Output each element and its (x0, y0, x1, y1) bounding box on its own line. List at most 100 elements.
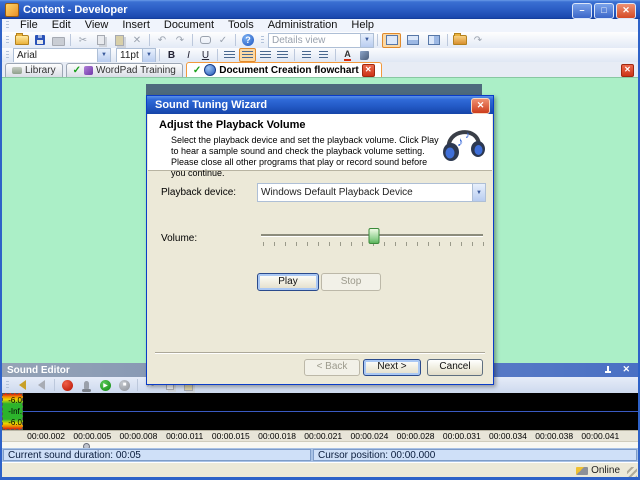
wordpad-doc-icon (83, 66, 93, 75)
redo-icon: ↷ (175, 34, 185, 46)
font-name-combo[interactable]: Arial ▼ (13, 47, 111, 63)
play-button[interactable]: Play (257, 273, 319, 291)
minimize-button[interactable]: – (572, 3, 592, 19)
bold-button[interactable]: B (164, 49, 179, 62)
tab-library[interactable]: Library (5, 63, 63, 77)
save-icon[interactable] (32, 33, 48, 47)
menu-edit[interactable]: Edit (45, 19, 78, 32)
chevron-down-icon[interactable]: ▼ (142, 48, 155, 62)
timeline-tick: 00:00.002 (27, 431, 65, 441)
bullet-list-button[interactable] (299, 49, 314, 62)
menu-view[interactable]: View (78, 19, 116, 32)
toolbar-separator (377, 34, 378, 46)
fill-color-button[interactable] (357, 49, 372, 62)
view-split-horizontal-button[interactable] (403, 33, 422, 48)
dialog-footer-separator (155, 352, 485, 354)
refresh-icon: ↷ (473, 34, 483, 46)
timeline-tick: 00:00.008 (119, 431, 158, 441)
waveform-display[interactable]: -6.0 -Inf. -6.0 (2, 393, 638, 430)
underline-button[interactable]: U (198, 49, 213, 62)
record-icon[interactable] (59, 378, 76, 392)
toolbar-separator (54, 379, 55, 391)
playback-device-value: Windows Default Playback Device (261, 187, 413, 198)
music-note-icon: ♪ (457, 134, 464, 149)
menu-insert[interactable]: Insert (115, 19, 157, 32)
background-window-edge (146, 84, 482, 95)
toolbar-grip (261, 35, 264, 45)
pin-icon[interactable] (604, 366, 612, 374)
volume-slider-thumb[interactable] (368, 228, 380, 244)
timeline-tick: 00:00.005 (73, 431, 112, 441)
dialog-close-button[interactable]: ✕ (471, 98, 490, 114)
chevron-down-icon[interactable]: ▼ (97, 48, 110, 62)
meter-label-mid: -Inf. (8, 407, 22, 416)
toolbar-separator (447, 34, 448, 46)
window-close-button[interactable]: ✕ (616, 3, 636, 19)
view-single-button[interactable] (382, 32, 401, 48)
maximize-button[interactable]: □ (594, 3, 614, 19)
toolbar-separator (159, 49, 160, 61)
font-color-button[interactable]: A (340, 49, 355, 62)
microphone-icon[interactable] (78, 378, 95, 392)
copy-icon (93, 33, 109, 47)
dialog-title: Sound Tuning Wizard (155, 99, 268, 111)
tab-wordpad-training[interactable]: ✓ WordPad Training (65, 63, 183, 77)
help-icon[interactable]: ? (240, 33, 256, 47)
chevron-down-icon[interactable]: ▼ (472, 184, 485, 201)
view-split-vertical-button[interactable] (424, 33, 443, 48)
tab-wordpad-label: WordPad Training (95, 65, 176, 76)
add-sound-icon[interactable] (14, 378, 31, 392)
toolbar-grip (6, 35, 9, 45)
stop-button: Stop (321, 273, 381, 291)
font-size-combo[interactable]: 11pt ▼ (116, 47, 156, 63)
toolbar-separator (137, 379, 138, 391)
play-sound-icon[interactable]: ▶ (97, 378, 114, 392)
open-icon[interactable] (14, 33, 30, 47)
tab-row-close-icon[interactable]: ✕ (621, 64, 634, 77)
open-in-window-icon[interactable] (452, 33, 468, 47)
dialog-header: Adjust the Playback Volume Select the pl… (148, 114, 492, 178)
align-left-button[interactable] (222, 49, 237, 62)
volume-slider[interactable] (261, 227, 485, 249)
menu-help[interactable]: Help (344, 19, 381, 32)
chevron-down-icon[interactable]: ▼ (360, 33, 373, 47)
menu-grip (6, 21, 9, 30)
tab-document-creation-flowchart[interactable]: ✓ Document Creation flowchart ✕ (185, 62, 382, 77)
font-name-value: Arial (17, 49, 38, 61)
details-view-combo[interactable]: Details view ▼ (268, 32, 374, 48)
sound-editor-status-bar: Current sound duration: 00:05 Cursor pos… (2, 448, 638, 462)
align-center-button[interactable] (239, 48, 256, 62)
menu-administration[interactable]: Administration (261, 19, 345, 32)
timeline-ruler[interactable]: 00:00.002 00:00.005 00:00.008 00:00.011 … (2, 430, 638, 441)
toolbar-separator (149, 34, 150, 46)
cancel-button[interactable]: Cancel (427, 359, 483, 376)
next-button[interactable]: Next > (363, 359, 421, 376)
align-justify-button[interactable] (275, 49, 290, 62)
menu-document[interactable]: Document (157, 19, 221, 32)
details-view-value: Details view (272, 34, 326, 46)
check-icon: ✓ (72, 65, 81, 76)
timeline-tick: 00:00.015 (211, 431, 250, 441)
window-title-bar: Content - Developer – □ ✕ (0, 0, 640, 19)
resize-grip[interactable] (627, 467, 637, 477)
remove-sound-icon (33, 378, 50, 392)
sound-editor-close-icon[interactable]: ✕ (622, 364, 630, 375)
menu-file[interactable]: File (13, 19, 45, 32)
toolbar-separator (192, 34, 193, 46)
menu-tools[interactable]: Tools (221, 19, 261, 32)
toolbar-grip (6, 50, 9, 60)
menu-bar: File Edit View Insert Document Tools Adm… (2, 19, 638, 33)
numbered-list-button[interactable] (316, 49, 331, 62)
tab-close-icon[interactable]: ✕ (361, 63, 375, 77)
playback-device-combo[interactable]: Windows Default Playback Device ▼ (257, 183, 486, 202)
timeline-tick: 00:00.024 (350, 431, 389, 441)
timeline-tick: 00:00.034 (489, 431, 527, 441)
dialog-title-bar: Sound Tuning Wizard (147, 96, 493, 114)
duration-status: Current sound duration: 00:05 (3, 449, 311, 461)
sound-editor-title: Sound Editor (7, 364, 70, 376)
italic-button[interactable]: I (181, 49, 196, 62)
flowchart-doc-icon (204, 64, 217, 76)
tab-flowchart-label: Document Creation flowchart (219, 64, 359, 76)
align-right-button[interactable] (258, 49, 273, 62)
spellcheck-icon: ✓ (218, 34, 228, 46)
